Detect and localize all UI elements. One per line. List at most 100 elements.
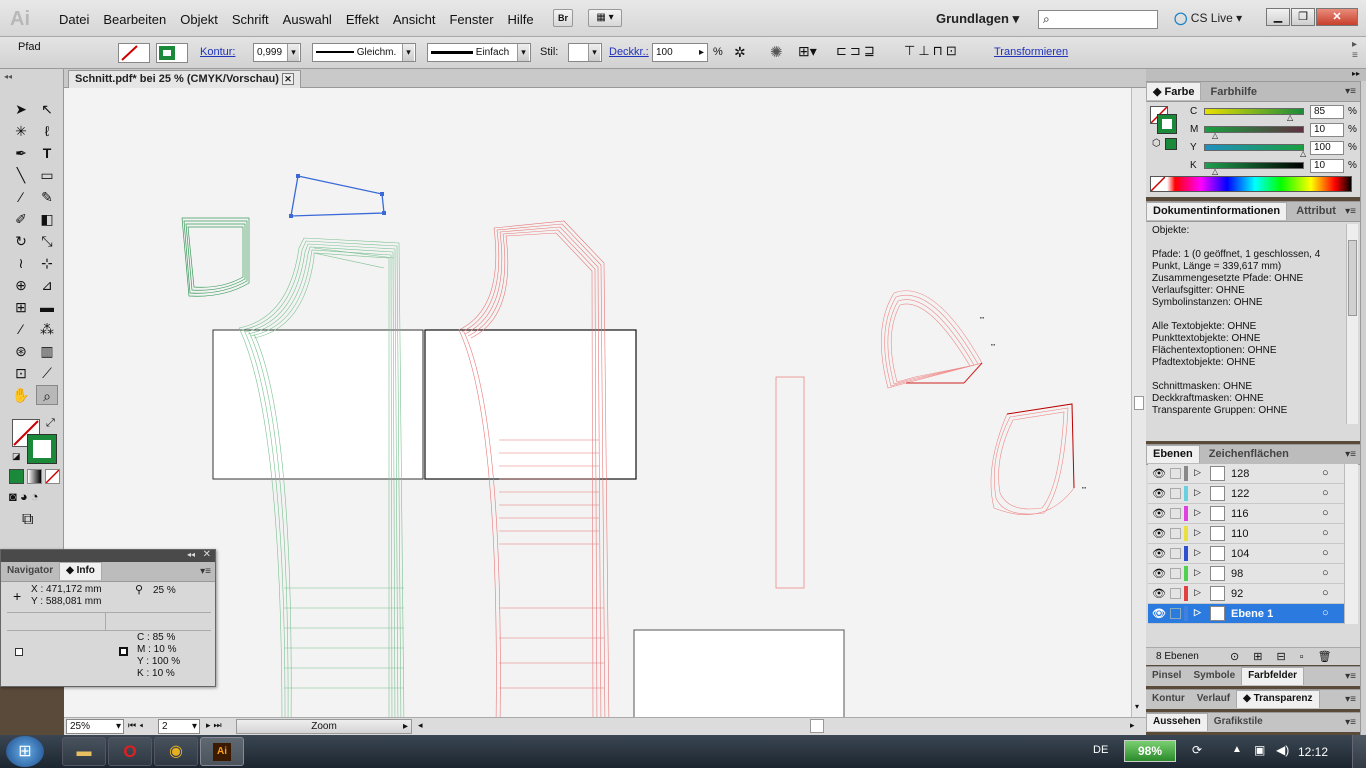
expand-triangle-icon[interactable]: ▷ — [1194, 547, 1201, 558]
close-button[interactable]: ✕ — [1316, 8, 1358, 26]
menu-datei[interactable]: Datei — [52, 12, 96, 27]
tab-farbe[interactable]: ◆ Farbe — [1146, 82, 1202, 100]
battery-indicator[interactable]: 98% — [1124, 740, 1176, 762]
tab-symbole[interactable]: Symbole — [1187, 668, 1241, 686]
symbol-sprayer-icon[interactable]: ✺ — [770, 43, 783, 61]
type-tool-icon[interactable]: T — [36, 143, 58, 163]
swatches-menu-icon[interactable]: ▾≡ — [1345, 671, 1356, 682]
tab-grafikstile[interactable]: Grafikstile — [1208, 714, 1269, 732]
tab-farbhilfe[interactable]: Farbhilfe — [1205, 84, 1263, 102]
expand-triangle-icon[interactable]: ▷ — [1194, 507, 1201, 518]
slider-k-thumb[interactable]: △ — [1212, 167, 1218, 176]
layer-row[interactable]: 👁 ▷ 128 ○ — [1148, 464, 1344, 484]
stroke-color-box[interactable] — [27, 434, 57, 464]
stroke-swatch-dropdown[interactable] — [156, 43, 188, 63]
docinfo-scrollbar[interactable] — [1346, 224, 1358, 424]
vertical-scrollbar[interactable]: ▾ — [1131, 88, 1146, 717]
bridge-button[interactable]: Br — [553, 9, 573, 27]
free-transform-tool-icon[interactable]: ⊹ — [36, 253, 58, 273]
layer-row[interactable]: 👁 ▷ 98 ○ — [1148, 564, 1344, 584]
slider-y-thumb[interactable]: △ — [1300, 149, 1306, 158]
minimize-button[interactable]: ▁ — [1266, 8, 1290, 26]
tab-transparenz[interactable]: ◆ Transparenz — [1236, 690, 1320, 708]
tab-navigator[interactable]: Navigator — [1, 563, 59, 581]
pencil-tool-icon[interactable]: ✎ — [36, 187, 58, 207]
style-dropdown[interactable] — [568, 43, 602, 62]
show-hidden-icons[interactable]: ▲ — [1232, 744, 1242, 755]
target-circle-icon[interactable]: ○ — [1322, 527, 1329, 539]
rectangle-tool-icon[interactable]: ▭ — [36, 165, 58, 185]
layer-row[interactable]: 👁 ▷ 122 ○ — [1148, 484, 1344, 504]
visibility-eye-icon[interactable]: 👁 — [1152, 587, 1166, 600]
visibility-eye-icon[interactable]: 👁 — [1152, 507, 1166, 520]
menu-objekt[interactable]: Objekt — [173, 12, 225, 27]
search-input[interactable]: ⌕ — [1038, 10, 1158, 29]
artboard-canvas[interactable]: ▪▪▪ ▪▪▪ ▪▪▪ — [64, 88, 1131, 717]
layer-row-selected[interactable]: 👁 ▷ Ebene 1 ○ — [1148, 604, 1344, 624]
next-artboard-icon[interactable]: ▸ — [206, 720, 214, 730]
slider-m-input[interactable]: 10 — [1310, 123, 1344, 137]
align-middle-icon[interactable]: ⊥ — [918, 43, 932, 58]
warp-tool-icon[interactable]: ≀ — [10, 253, 32, 273]
tab-attribute[interactable]: Attribut — [1290, 203, 1342, 221]
sync-icon[interactable]: ⟳ — [1192, 743, 1202, 757]
align-left-icon[interactable]: ⊏ — [836, 43, 850, 58]
arrange-documents-button[interactable]: ▦ ▾ — [588, 9, 622, 27]
visibility-eye-icon[interactable]: 👁 — [1152, 547, 1166, 560]
default-colors-icon[interactable]: ◪ — [12, 451, 21, 462]
show-desktop-button[interactable] — [1352, 735, 1366, 768]
scroll-left-icon[interactable]: ◂ — [418, 720, 423, 731]
menu-auswahl[interactable]: Auswahl — [276, 12, 339, 27]
slider-m-track[interactable] — [1204, 126, 1304, 133]
deckkraft-link[interactable]: Deckkr.: — [609, 46, 649, 58]
collapse-tools-icon[interactable]: ◂◂ — [4, 72, 12, 81]
recolor-artwork-icon[interactable]: ✲ — [734, 44, 746, 61]
gradient-mode-icon[interactable] — [27, 469, 42, 484]
layer-name[interactable]: 92 — [1231, 588, 1243, 600]
delete-layer-icon[interactable]: 🗑 — [1318, 651, 1346, 663]
menu-bearbeiten[interactable]: Bearbeiten — [96, 12, 173, 27]
magic-wand-tool-icon[interactable]: ✳ — [10, 121, 32, 141]
network-icon[interactable]: ▣ — [1254, 743, 1265, 757]
new-layer-icon[interactable]: ▫ — [1300, 651, 1318, 663]
tab-kontur[interactable]: Kontur — [1146, 691, 1191, 709]
color-mode-icon[interactable] — [9, 469, 24, 484]
slider-k-track[interactable] — [1204, 162, 1304, 169]
target-circle-icon[interactable]: ○ — [1322, 487, 1329, 499]
column-graph-tool-icon[interactable]: ▥ — [36, 341, 58, 361]
stroke-weight-field[interactable]: 0,999 — [253, 43, 301, 62]
expand-dock-icon[interactable]: ▸▸ — [1352, 69, 1360, 78]
current-color-swatch[interactable] — [1165, 138, 1177, 150]
layer-row[interactable]: 👁 ▷ 110 ○ — [1148, 524, 1344, 544]
layer-row[interactable]: 👁 ▷ 104 ○ — [1148, 544, 1344, 564]
direct-selection-tool-icon[interactable]: ↖ — [36, 99, 58, 119]
align-top-icon[interactable]: ⊤ — [904, 43, 918, 58]
layer-name[interactable]: 104 — [1231, 548, 1249, 560]
lock-toggle[interactable] — [1170, 508, 1181, 519]
expand-triangle-icon[interactable]: ▷ — [1194, 487, 1201, 498]
artboard-tool-icon[interactable]: ⊡ — [10, 363, 32, 383]
blob-brush-tool-icon[interactable]: ✐ — [10, 209, 32, 229]
draw-normal-icon[interactable]: ◙ — [9, 489, 17, 504]
opacity-field[interactable]: 100 ▸ — [652, 43, 708, 62]
slider-k-input[interactable]: 10 — [1310, 159, 1344, 173]
target-circle-icon[interactable]: ○ — [1322, 507, 1329, 519]
clipping-mask-icon[interactable]: ⊞ — [1253, 651, 1276, 663]
target-circle-icon[interactable]: ○ — [1322, 467, 1329, 479]
pen-tool-icon[interactable]: ✒ — [10, 143, 32, 163]
scroll-right-icon[interactable]: ▸ — [1130, 720, 1135, 731]
tab-aussehen[interactable]: Aussehen — [1146, 713, 1208, 731]
align-center-icon[interactable]: ⊐ — [850, 43, 864, 58]
opera-taskbar-icon[interactable]: O — [108, 737, 152, 766]
horizontal-scroll-thumb[interactable] — [810, 719, 824, 733]
align-to-icon[interactable]: ⊞▾ — [798, 43, 817, 60]
gradient-tool-icon[interactable]: ▬ — [36, 297, 58, 317]
expand-triangle-icon[interactable]: ▷ — [1194, 567, 1201, 578]
lock-toggle[interactable] — [1170, 468, 1181, 479]
draw-inside-icon[interactable]: ◔ — [31, 489, 39, 504]
new-sublayer-icon[interactable]: ⊟ — [1276, 651, 1299, 663]
cs-live-button[interactable]: ◯ CS Live ▾ — [1174, 11, 1242, 25]
docinfo-scroll-thumb[interactable] — [1348, 240, 1357, 316]
kontur-link[interactable]: Kontur: — [200, 46, 235, 58]
visibility-eye-icon[interactable]: 👁 — [1152, 527, 1166, 540]
